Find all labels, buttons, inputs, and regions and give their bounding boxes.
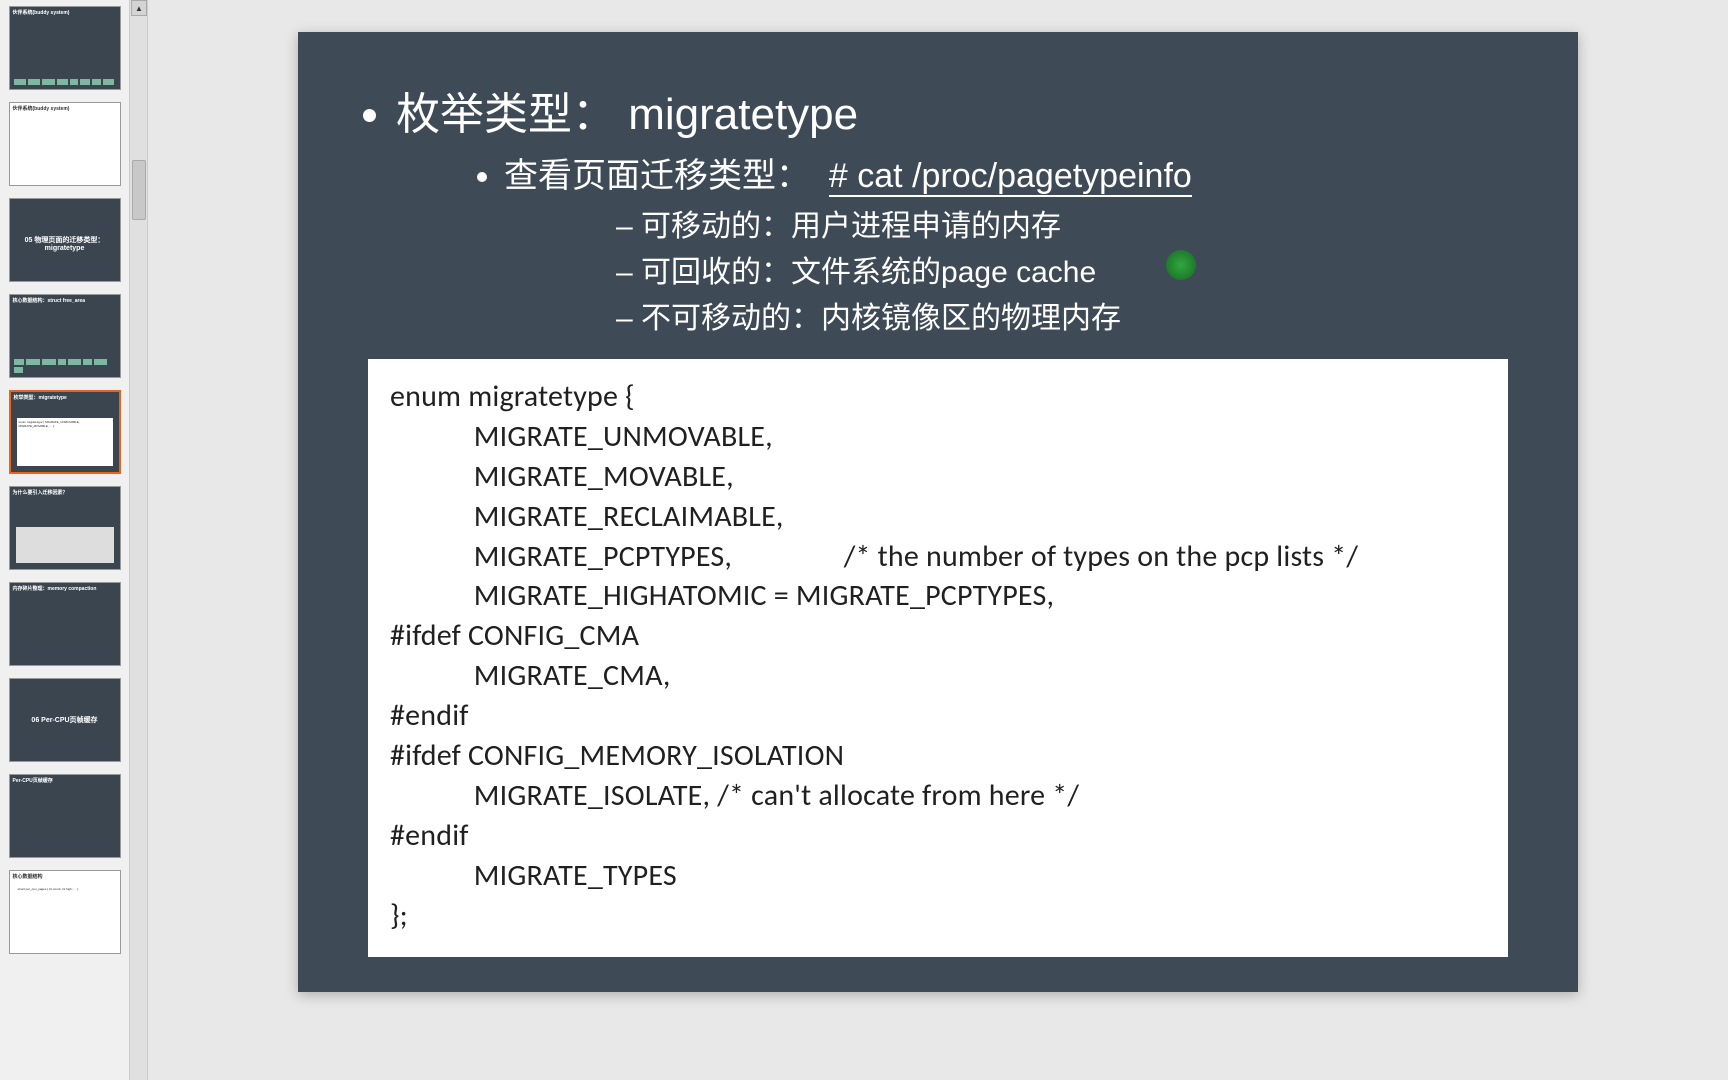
code-block: enum migratetype { MIGRATE_UNMOVABLE, MI… <box>368 359 1508 957</box>
slide-thumbnail[interactable]: 为什么要引入迁移因素？ <box>9 486 121 570</box>
slide-thumbnail[interactable]: 核心数据结构：struct free_area <box>9 294 121 378</box>
thumbnail-title: 06 Per-CPU页帧缓存 <box>10 717 120 725</box>
thumbnail-title: 核心数据结构 <box>13 874 117 880</box>
slide-thumbnail-panel[interactable]: 伙伴系统(buddy system) 伙伴系统(buddy system) 05 物… <box>0 0 130 1080</box>
slide-thumbnail[interactable]: 核心数据结构struct per_cpu_pages { int count; … <box>9 870 121 954</box>
thumbnail-title: 伙伴系统(buddy system) <box>13 106 117 112</box>
thumbnail-title: 枚举类型：migratetype <box>14 395 116 401</box>
slide-thumbnail[interactable]: 06 Per-CPU页帧缓存 <box>9 678 121 762</box>
slide-thumbnail[interactable]: Per-CPU页帧缓存 <box>9 774 121 858</box>
slide-title: 枚举类型： migratetype <box>396 90 858 139</box>
thumbnail-scrollbar[interactable]: ▲ <box>130 0 148 1080</box>
thumbnail-title: 为什么要引入迁移因素？ <box>13 490 117 496</box>
thumbnail-title: 内存碎片整理：memory compaction <box>13 586 117 592</box>
thumbnail-title: 核心数据结构：struct free_area <box>13 298 117 304</box>
slide-thumbnail[interactable]: 伙伴系统(buddy system) <box>9 102 121 186</box>
detail-item: 可移动的：用户进程申请的内存 <box>644 201 1508 245</box>
slide-thumbnail[interactable]: 枚举类型：migratetypeenum migratetype { MIGRA… <box>9 390 121 474</box>
detail-item: 可回收的：文件系统的page cache <box>644 247 1508 291</box>
scroll-up-button[interactable]: ▲ <box>131 0 147 16</box>
slide-thumbnail[interactable]: 伙伴系统(buddy system) <box>9 6 121 90</box>
slide-thumbnail[interactable]: 内存碎片整理：memory compaction <box>9 582 121 666</box>
slide-canvas: 枚举类型： migratetype 查看页面迁移类型： # cat /proc/… <box>148 0 1728 1080</box>
subpoint-prefix: 查看页面迁移类型： <box>504 157 810 195</box>
scroll-thumb[interactable] <box>132 160 146 220</box>
thumbnail-title: 05 物理页面的迁移类型：migratetype <box>10 237 120 254</box>
detail-item: 不可移动的：内核镜像区的物理内存 <box>644 293 1508 337</box>
command-text: # cat /proc/pagetypeinfo <box>829 157 1192 197</box>
slide-thumbnail[interactable]: 05 物理页面的迁移类型：migratetype <box>9 198 121 282</box>
thumbnail-title: Per-CPU页帧缓存 <box>13 778 117 784</box>
thumbnail-title: 伙伴系统(buddy system) <box>13 10 117 16</box>
current-slide: 枚举类型： migratetype 查看页面迁移类型： # cat /proc/… <box>298 32 1578 992</box>
detail-list: 可移动的：用户进程申请的内存 可回收的：文件系统的page cache 不可移动… <box>644 201 1508 337</box>
